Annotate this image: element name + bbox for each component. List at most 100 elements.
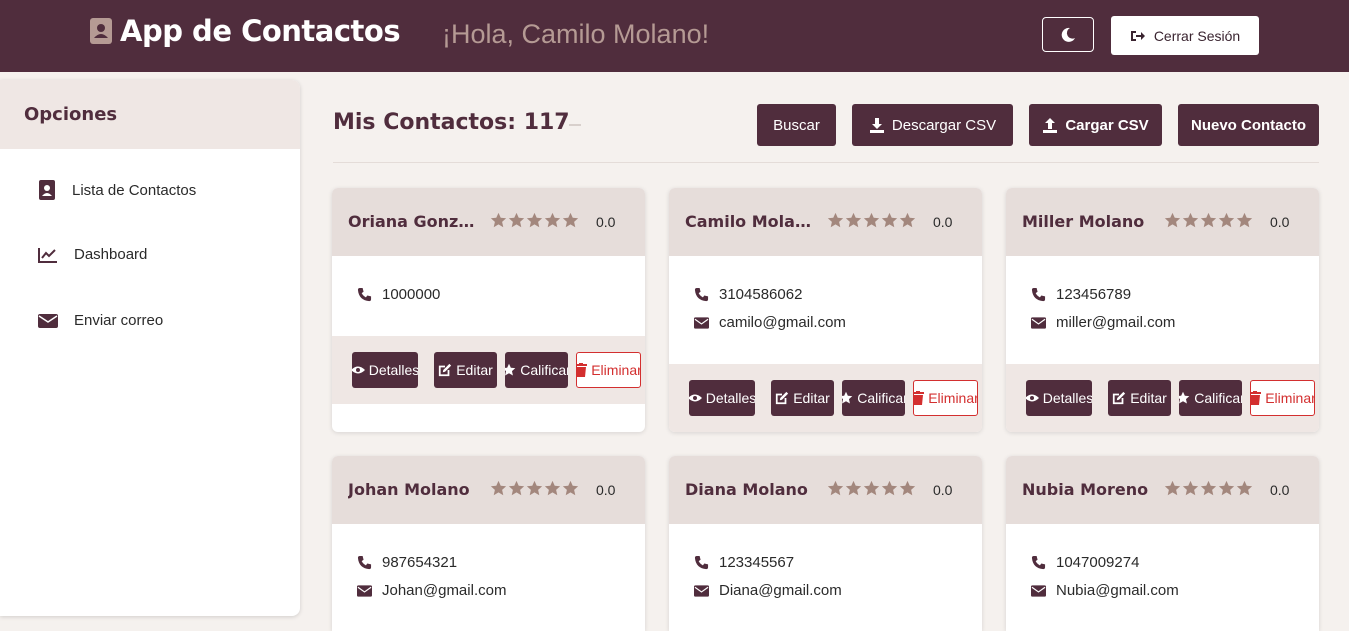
- star-rating[interactable]: [490, 480, 579, 497]
- contact-card-actions: Detalles Editar Calificar Eliminar: [1006, 364, 1319, 432]
- contact-email: Diana@gmail.com: [719, 582, 842, 599]
- contact-card: Camilo Molano 0.0 3104586062 camilo@gmai…: [669, 188, 982, 432]
- star-icon[interactable]: [1164, 212, 1181, 229]
- delete-button[interactable]: Eliminar: [1250, 380, 1315, 416]
- star-icon[interactable]: [1182, 480, 1199, 497]
- star-icon[interactable]: [863, 480, 880, 497]
- edit-icon: [438, 363, 452, 377]
- rate-button[interactable]: Calificar: [505, 352, 568, 388]
- details-button[interactable]: Detalles: [1026, 380, 1092, 416]
- details-label: Detalles: [1042, 390, 1092, 406]
- new-contact-button[interactable]: Nuevo Contacto: [1178, 104, 1319, 146]
- envelope-icon: [1031, 316, 1046, 329]
- rating-value: 0.0: [596, 214, 616, 230]
- contact-email-row: Nubia@gmail.com: [1031, 582, 1179, 599]
- star-icon[interactable]: [526, 212, 543, 229]
- phone-icon: [357, 555, 372, 570]
- edit-button[interactable]: Editar: [434, 352, 497, 388]
- contact-phone-row: 3104586062: [694, 286, 802, 303]
- star-icon[interactable]: [845, 212, 862, 229]
- details-button[interactable]: Detalles: [352, 352, 418, 388]
- search-button-label: Buscar: [773, 116, 820, 134]
- contact-name: Diana Molano: [685, 480, 808, 499]
- star-icon[interactable]: [1236, 480, 1253, 497]
- star-icon[interactable]: [562, 212, 579, 229]
- logout-button[interactable]: Cerrar Sesión: [1111, 16, 1259, 55]
- rating-value: 0.0: [1270, 482, 1290, 498]
- star-icon[interactable]: [899, 212, 916, 229]
- star-rating[interactable]: [1164, 480, 1253, 497]
- star-icon[interactable]: [490, 480, 507, 497]
- contact-name: Miller Molano: [1022, 212, 1145, 231]
- contact-book-icon: [90, 18, 112, 44]
- star-icon[interactable]: [526, 480, 543, 497]
- search-button[interactable]: Buscar: [757, 104, 836, 146]
- phone-icon: [357, 287, 372, 302]
- star-rating[interactable]: [827, 212, 916, 229]
- star-rating[interactable]: [827, 480, 916, 497]
- logout-icon: [1130, 30, 1145, 41]
- star-icon: [505, 363, 516, 377]
- sidebar-item-contact-list[interactable]: Lista de Contactos: [38, 180, 196, 200]
- download-csv-button[interactable]: Descargar CSV: [852, 104, 1013, 146]
- star-icon[interactable]: [1200, 212, 1217, 229]
- phone-icon: [694, 287, 709, 302]
- rating-value: 0.0: [596, 482, 616, 498]
- contact-card-header: Diana Molano 0.0: [669, 456, 982, 524]
- sidebar-item-label: Lista de Contactos: [72, 181, 197, 199]
- top-navbar: App de Contactos ¡Hola, Camilo Molano! C…: [0, 0, 1349, 72]
- star-icon[interactable]: [1218, 480, 1235, 497]
- star-icon[interactable]: [827, 212, 844, 229]
- upload-csv-button[interactable]: Cargar CSV: [1029, 104, 1162, 146]
- section-divider: [333, 162, 1319, 163]
- details-button[interactable]: Detalles: [689, 380, 755, 416]
- star-icon[interactable]: [562, 480, 579, 497]
- envelope-icon: [694, 584, 709, 597]
- rate-label: Calificar: [857, 390, 905, 406]
- edit-button[interactable]: Editar: [771, 380, 834, 416]
- contact-phone-row: 1000000: [357, 286, 440, 303]
- star-icon[interactable]: [544, 480, 561, 497]
- star-rating[interactable]: [1164, 212, 1253, 229]
- brand: App de Contactos: [90, 14, 401, 48]
- star-icon[interactable]: [1182, 212, 1199, 229]
- contact-card-header: Johan Molano 0.0: [332, 456, 645, 524]
- sidebar-item-dashboard[interactable]: Dashboard: [38, 246, 147, 263]
- rate-button[interactable]: Calificar: [842, 380, 905, 416]
- edit-button[interactable]: Editar: [1108, 380, 1171, 416]
- contact-name: Camilo Molano: [685, 212, 815, 231]
- upload-csv-label: Cargar CSV: [1065, 116, 1149, 134]
- star-icon[interactable]: [845, 480, 862, 497]
- delete-button[interactable]: Eliminar: [576, 352, 641, 388]
- rate-button[interactable]: Calificar: [1179, 380, 1242, 416]
- edit-icon: [1112, 391, 1126, 405]
- eye-icon: [352, 365, 365, 375]
- contact-email: Nubia@gmail.com: [1056, 582, 1179, 599]
- contact-phone-row: 123456789: [1031, 286, 1131, 303]
- star-rating[interactable]: [490, 212, 579, 229]
- star-icon[interactable]: [1164, 480, 1181, 497]
- phone-icon: [1031, 555, 1046, 570]
- star-icon[interactable]: [1218, 212, 1235, 229]
- star-icon[interactable]: [881, 212, 898, 229]
- theme-toggle-button[interactable]: [1042, 17, 1094, 52]
- rate-label: Calificar: [1194, 390, 1242, 406]
- contact-email-row: camilo@gmail.com: [694, 314, 846, 331]
- star-icon[interactable]: [1236, 212, 1253, 229]
- star-icon: [1179, 391, 1190, 405]
- contact-card-header: Nubia Moreno 0.0: [1006, 456, 1319, 524]
- star-icon[interactable]: [863, 212, 880, 229]
- star-icon[interactable]: [827, 480, 844, 497]
- star-icon[interactable]: [508, 480, 525, 497]
- star-icon[interactable]: [899, 480, 916, 497]
- contact-name: Oriana Gonza...: [348, 212, 478, 231]
- star-icon: [842, 391, 853, 405]
- contact-name: Nubia Moreno: [1022, 480, 1149, 499]
- delete-button[interactable]: Eliminar: [913, 380, 978, 416]
- star-icon[interactable]: [508, 212, 525, 229]
- sidebar-item-send-email[interactable]: Enviar correo: [38, 312, 163, 329]
- star-icon[interactable]: [544, 212, 561, 229]
- star-icon[interactable]: [490, 212, 507, 229]
- star-icon[interactable]: [881, 480, 898, 497]
- star-icon[interactable]: [1200, 480, 1217, 497]
